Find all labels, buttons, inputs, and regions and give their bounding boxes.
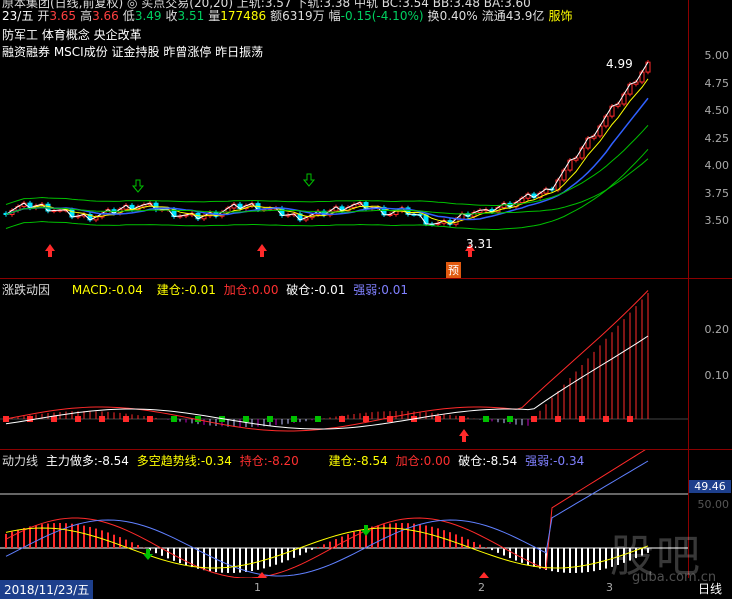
macd-block (51, 416, 57, 422)
macd-block (315, 416, 321, 422)
sell-arrow-icon (143, 549, 153, 560)
cursor-date: 2018/11/23/五 (0, 580, 94, 599)
macd-block (99, 416, 105, 422)
candlestick-chart[interactable] (0, 0, 688, 278)
macd-block (555, 416, 561, 422)
close-line (5, 61, 649, 225)
power-axis-value: 49.46 (689, 480, 731, 493)
macd-block (27, 416, 33, 422)
macd-block (459, 416, 465, 422)
buy-arrow-icon (45, 244, 55, 257)
macd-tick: 0.10 (704, 369, 730, 382)
macd-block (243, 416, 249, 422)
macd-block (363, 416, 369, 422)
high-price-annotation: 4.99 (606, 57, 633, 71)
price-tick: 4.25 (704, 132, 730, 145)
price-tick: 3.50 (704, 214, 730, 227)
sell-arrow-icon (361, 525, 371, 536)
buy-arrow-icon (459, 429, 469, 442)
macd-chart[interactable] (0, 279, 688, 449)
price-tick: 3.75 (704, 187, 730, 200)
time-mark: 2 (478, 581, 485, 594)
price-tick: 4.00 (704, 159, 730, 172)
price-panel[interactable]: 4.99 3.31 预 (0, 0, 688, 278)
price-axis: 5.00 4.75 4.50 4.25 4.00 3.75 3.50 (688, 0, 732, 278)
forecast-badge[interactable]: 预 (446, 262, 461, 278)
macd-block (483, 416, 489, 422)
upper-band (5, 125, 649, 206)
price-tick: 4.50 (704, 104, 730, 117)
macd-axis: 0.20 0.10 (688, 279, 732, 449)
macd-block (531, 416, 537, 422)
watermark-url: guba.com.cn (632, 570, 717, 585)
macd-block (627, 416, 633, 422)
macd-block (507, 416, 513, 422)
sell-arrow-icon (302, 173, 316, 187)
macd-block (123, 416, 129, 422)
macd-block (435, 416, 441, 422)
macd-block (339, 416, 345, 422)
power-chart[interactable] (0, 450, 688, 578)
low-price-annotation: 3.31 (466, 237, 493, 251)
sell-arrow-icon (131, 179, 145, 193)
macd-block (267, 416, 273, 422)
macd-block (291, 416, 297, 422)
macd-block (75, 416, 81, 422)
macd-block (147, 416, 153, 422)
power-axis-faded: 50.00 (697, 498, 730, 511)
buy-arrow-icon (257, 244, 267, 257)
middle-band (5, 158, 649, 215)
macd-block (579, 416, 585, 422)
price-tick: 4.75 (704, 77, 730, 90)
macd-block (603, 416, 609, 422)
macd-tick: 0.20 (704, 323, 730, 336)
price-tick: 5.00 (704, 49, 730, 62)
time-mark: 1 (254, 581, 261, 594)
power-panel[interactable] (0, 450, 688, 578)
macd-panel[interactable] (0, 279, 688, 449)
macd-block (171, 416, 177, 422)
